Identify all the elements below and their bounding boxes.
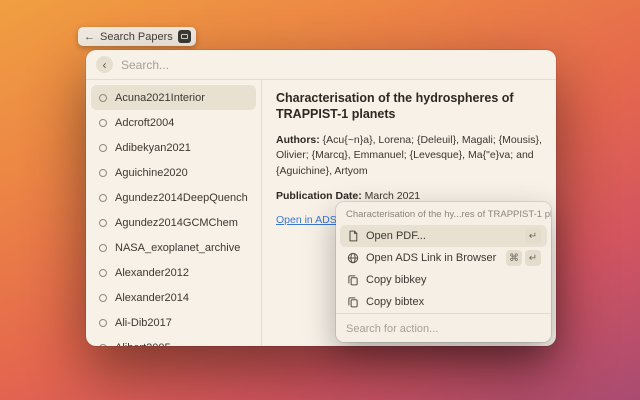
list-item-label: Alibert2005 [115,342,171,347]
list-item-alibert2005[interactable]: Alibert2005 [91,335,256,346]
circle-bullet-icon [99,319,107,327]
list-item-adcroft2004[interactable]: Adcroft2004 [91,110,256,135]
publication-date-value: March 2021 [362,190,420,202]
list-item-agundez2014deepquench[interactable]: Agundez2014DeepQuench [91,185,256,210]
back-button[interactable]: ‹ [96,56,113,73]
list-item-acuna2021interior[interactable]: Acuna2021Interior [91,85,256,110]
action-menu-header: Characterisation of the hy...res of TRAP… [336,202,551,225]
menu-item-open-pdf[interactable]: Open PDF... ↵ [340,225,547,247]
circle-bullet-icon [99,119,107,127]
shortcut-keys: ↵ [525,228,541,244]
circle-bullet-icon [99,244,107,252]
copy-icon [346,296,359,309]
circle-bullet-icon [99,344,107,347]
search-input[interactable] [121,58,546,72]
list-item-label: Alexander2012 [115,267,189,279]
menu-item-open-ads-link[interactable]: Open ADS Link in Browser ⌘ ↵ [340,247,547,269]
return-key-badge: ↵ [525,250,541,266]
list-item-label: Agundez2014DeepQuench [115,192,248,204]
list-item-ali-dib2017[interactable]: Ali-Dib2017 [91,310,256,335]
list-item-label: Ali-Dib2017 [115,317,172,329]
list-item-label: Aguichine2020 [115,167,188,179]
circle-bullet-icon [99,194,107,202]
action-search-bar [336,313,551,342]
menu-item-label: Open ADS Link in Browser [366,252,499,264]
open-in-ads-link[interactable]: Open in ADS [276,214,337,226]
menu-item-copy-bibtex[interactable]: Copy bibtex [340,291,547,313]
list-item-label: Adcroft2004 [115,117,174,129]
circle-bullet-icon [99,219,107,227]
list-item-nasa-exoplanet-archive[interactable]: NASA_exoplanet_archive [91,235,256,260]
menu-item-label: Copy bibkey [366,274,534,286]
paper-authors: Authors: {Acu{~n}a}, Lorena; {Deleuil}, … [276,133,542,180]
menu-item-copy-bibkey[interactable]: Copy bibkey [340,269,547,291]
circle-bullet-icon [99,169,107,177]
action-search-input[interactable] [346,323,541,335]
list-item-label: Adibekyan2021 [115,142,191,154]
authors-label: Authors: [276,134,320,146]
command-key-badge: ⌘ [506,250,522,266]
paper-title: Characterisation of the hydrospheres of … [276,90,542,123]
list-item-alexander2014[interactable]: Alexander2014 [91,285,256,310]
action-menu-list: Open PDF... ↵ Open ADS Link in Browser ⌘… [336,225,551,313]
list-item-agundez2014gcmchem[interactable]: Agundez2014GCMChem [91,210,256,235]
circle-bullet-icon [99,269,107,277]
list-item-alexander2012[interactable]: Alexander2012 [91,260,256,285]
list-item-label: Acuna2021Interior [115,92,205,104]
shortcut-keys: ⌘ ↵ [506,250,541,266]
launcher-pill[interactable]: ← Search Papers [78,27,196,46]
document-icon [346,230,359,243]
action-menu: Characterisation of the hy...res of TRAP… [336,202,551,342]
circle-bullet-icon [99,144,107,152]
menu-item-label: Open PDF... [366,230,518,242]
copy-icon [346,274,359,287]
launcher-pill-label: Search Papers [100,31,173,43]
back-arrow-icon: ← [84,31,95,43]
publication-date: Publication Date: March 2021 [276,190,542,202]
publication-date-label: Publication Date: [276,190,362,202]
globe-icon [346,252,359,265]
paper-list: Acuna2021Interior Adcroft2004 Adibekyan2… [86,80,262,346]
return-key-badge: ↵ [525,228,541,244]
circle-bullet-icon [99,294,107,302]
menu-item-label: Copy bibtex [366,296,534,308]
extension-icon [178,30,191,43]
list-item-label: Alexander2014 [115,292,189,304]
search-bar: ‹ [86,50,556,79]
list-item-label: Agundez2014GCMChem [115,217,238,229]
circle-bullet-icon [99,94,107,102]
list-item-adibekyan2021[interactable]: Adibekyan2021 [91,135,256,160]
list-item-label: NASA_exoplanet_archive [115,242,240,254]
list-item-aguichine2020[interactable]: Aguichine2020 [91,160,256,185]
